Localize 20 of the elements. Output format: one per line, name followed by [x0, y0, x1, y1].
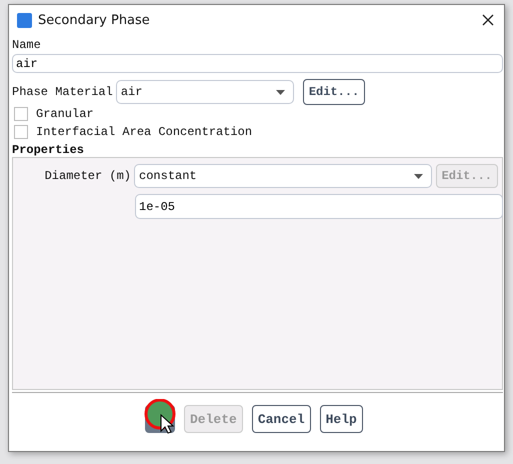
checkbox-label: Interfacial Area Concentration [36, 125, 252, 139]
app-icon [17, 12, 32, 28]
window-title: Secondary Phase [38, 12, 151, 28]
field-label: Phase Material [12, 85, 113, 99]
diameter-field[interactable]: 1e-05 [135, 194, 503, 219]
name-field[interactable]: air [12, 54, 503, 73]
field-label: Name [12, 38, 42, 52]
edit-button[interactable]: Edit... [302, 79, 366, 105]
close-icon[interactable] [482, 14, 494, 26]
field-label: Diameter (m) [44, 169, 132, 183]
dialog-button[interactable]: Help [320, 405, 363, 433]
section-title: Properties [12, 143, 86, 157]
checkbox-label: Granular [36, 107, 94, 121]
caret-icon [414, 174, 423, 178]
material-dropdown[interactable]: air [116, 80, 294, 104]
checkbox[interactable] [14, 125, 28, 139]
caret-icon [276, 90, 285, 94]
dialog-button[interactable]: Cancel [252, 405, 311, 433]
checkbox[interactable] [14, 107, 28, 121]
method-dropdown[interactable]: constant [134, 164, 432, 188]
